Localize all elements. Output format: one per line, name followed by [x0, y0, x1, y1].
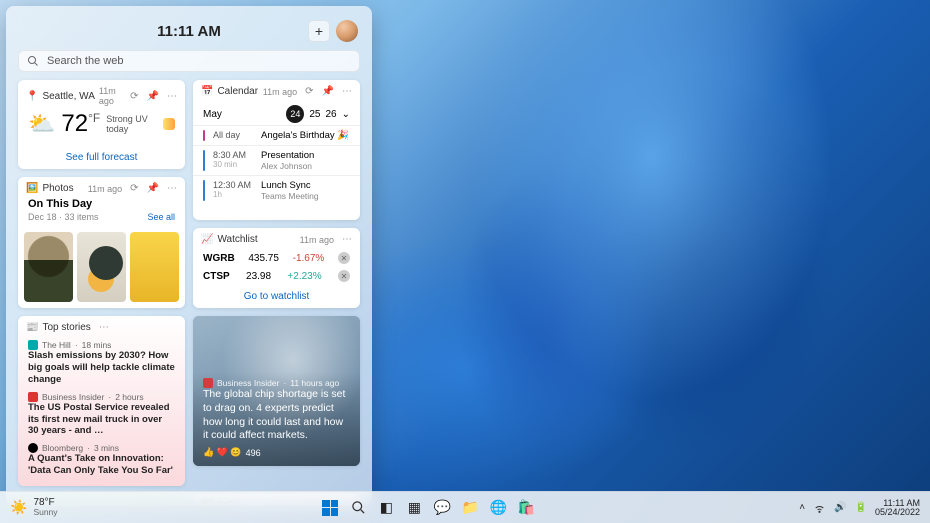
calendar-event[interactable]: All day Angela's Birthday 🎉 — [193, 125, 360, 145]
photo-thumbnail[interactable] — [24, 232, 73, 302]
avatar[interactable] — [336, 20, 358, 42]
widget-timestamp: 11m ago — [263, 87, 297, 97]
photo-thumbnail[interactable] — [77, 232, 126, 302]
refresh-icon[interactable]: ⟳ — [130, 91, 138, 102]
calendar-widget[interactable]: 📅 Calendar 11m ago ⟳ 📌 ⋯ May 24 25 26 ⌄ … — [193, 80, 360, 220]
calendar-day[interactable]: 26 — [325, 109, 336, 120]
more-icon[interactable]: ⋯ — [167, 91, 177, 102]
watchlist-row[interactable]: WGRB 435.75 -1.67% — [193, 249, 360, 267]
calendar-day[interactable]: 25 — [309, 109, 320, 120]
widgets-panel: 11:11 AM + Search the web 📍 Seattle, WA … — [6, 6, 372, 506]
start-button[interactable] — [321, 499, 339, 517]
wifi-icon[interactable] — [813, 501, 826, 514]
weather-widget[interactable]: 📍 Seattle, WA 11m ago ⟳ 📌 ⋯ ⛅ 72°F Stron… — [18, 80, 185, 169]
stories-title: Top stories — [42, 322, 90, 333]
panel-time: 11:11 AM — [70, 23, 308, 40]
widgets-button[interactable]: ▦ — [405, 499, 423, 517]
calendar-event[interactable]: 8:30 AM30 min PresentationAlex Johnson — [193, 145, 360, 175]
photos-subline: Dec 18 · 33 items — [28, 212, 99, 222]
more-icon[interactable]: ⋯ — [342, 234, 352, 245]
weather-icon: ⛅ — [28, 111, 55, 137]
forecast-link[interactable]: See full forecast — [18, 146, 185, 169]
more-icon[interactable]: ⋯ — [99, 322, 109, 333]
featured-headline: The global chip shortage is set to drag … — [203, 388, 350, 443]
add-widget-button[interactable]: + — [308, 20, 330, 42]
panel-header: 11:11 AM + — [18, 16, 360, 50]
photo-thumbnail[interactable] — [130, 232, 179, 302]
photos-title: Photos — [42, 183, 73, 194]
task-view-button[interactable]: ◧ — [377, 499, 395, 517]
reactions[interactable]: 👍 ❤️ 😊 496 — [203, 447, 350, 458]
refresh-icon[interactable]: ⟳ — [305, 86, 313, 97]
calendar-event[interactable]: 12:30 AM1h Lunch SyncTeams Meeting — [193, 175, 360, 205]
location-icon: 📍 — [26, 91, 38, 102]
chevron-down-icon[interactable]: ⌄ — [342, 109, 350, 120]
source-icon — [203, 378, 213, 388]
store-button[interactable]: 🛍️ — [517, 499, 535, 517]
weather-condition: Strong UV today — [106, 114, 157, 134]
calendar-title: Calendar — [217, 86, 258, 97]
search-placeholder: Search the web — [47, 55, 123, 67]
widget-timestamp: 11m ago — [88, 184, 122, 194]
calendar-month: May — [203, 109, 222, 120]
story-item[interactable]: Business Insider · 2 hours The US Postal… — [18, 389, 185, 441]
watchlist-row[interactable]: CTSP 23.98 +2.23% — [193, 267, 360, 285]
featured-news-widget[interactable]: Business Insider · 11 hours ago The glob… — [193, 316, 360, 466]
volume-icon[interactable]: 🔊 — [834, 502, 846, 513]
photos-widget[interactable]: 🖼️ Photos 11m ago ⟳ 📌 ⋯ On This Day Dec … — [18, 177, 185, 308]
calendar-day-selected[interactable]: 24 — [286, 105, 304, 123]
pin-icon[interactable]: 📌 — [147, 91, 159, 102]
see-all-link[interactable]: See all — [147, 212, 175, 222]
taskbar-weather[interactable]: ☀️ 78°F Sunny — [10, 498, 58, 517]
story-item[interactable]: The Hill · 18 mins Slash emissions by 20… — [18, 337, 185, 389]
watchlist-widget[interactable]: 📈 Watchlist 11m ago ⋯ WGRB 435.75 -1.67%… — [193, 228, 360, 308]
refresh-icon[interactable]: ⟳ — [130, 183, 138, 194]
chevron-up-icon[interactable]: ˄ — [799, 502, 805, 513]
explorer-button[interactable]: 📁 — [461, 499, 479, 517]
watchlist-title: Watchlist — [217, 234, 257, 245]
more-icon[interactable]: ⋯ — [342, 86, 352, 97]
story-item[interactable]: Bloomberg · 3 mins A Quant's Take on Inn… — [18, 440, 185, 480]
weather-location: Seattle, WA — [42, 91, 94, 102]
photos-icon: 🖼️ — [26, 183, 38, 194]
temperature: 72°F — [61, 110, 100, 138]
system-tray[interactable]: ˄ 🔊 🔋 11:11 AM 05/24/2022 — [799, 499, 920, 517]
pin-icon[interactable]: 📌 — [147, 183, 159, 194]
more-icon[interactable]: ⋯ — [167, 183, 177, 194]
search-input[interactable]: Search the web — [18, 50, 360, 72]
widget-timestamp: 11m ago — [300, 235, 334, 245]
taskbar-center: ◧ ▦ 💬 📁 🌐 🛍️ — [321, 499, 535, 517]
pin-icon[interactable]: 📌 — [322, 86, 334, 97]
watchlist-link[interactable]: Go to watchlist — [193, 285, 360, 308]
clock[interactable]: 11:11 AM 05/24/2022 — [875, 499, 920, 517]
news-icon: 📰 — [26, 322, 38, 333]
top-stories-widget[interactable]: 📰 Top stories ⋯ The Hill · 18 mins Slash… — [18, 316, 185, 486]
battery-icon[interactable]: 🔋 — [855, 502, 867, 513]
calendar-icon: 📅 — [201, 86, 213, 97]
photos-headline: On This Day — [28, 198, 175, 210]
taskbar: ☀️ 78°F Sunny ◧ ▦ 💬 📁 🌐 🛍️ ˄ 🔊 🔋 11:11 A… — [0, 491, 930, 523]
remove-icon[interactable] — [338, 270, 350, 282]
search-icon — [27, 55, 39, 67]
chat-button[interactable]: 💬 — [433, 499, 451, 517]
search-button[interactable] — [349, 499, 367, 517]
remove-icon[interactable] — [338, 252, 350, 264]
edge-button[interactable]: 🌐 — [489, 499, 507, 517]
weather-icon: ☀️ — [10, 499, 27, 516]
watchlist-icon: 📈 — [201, 234, 213, 245]
uv-icon — [163, 118, 175, 130]
widget-timestamp: 11m ago — [99, 86, 122, 106]
